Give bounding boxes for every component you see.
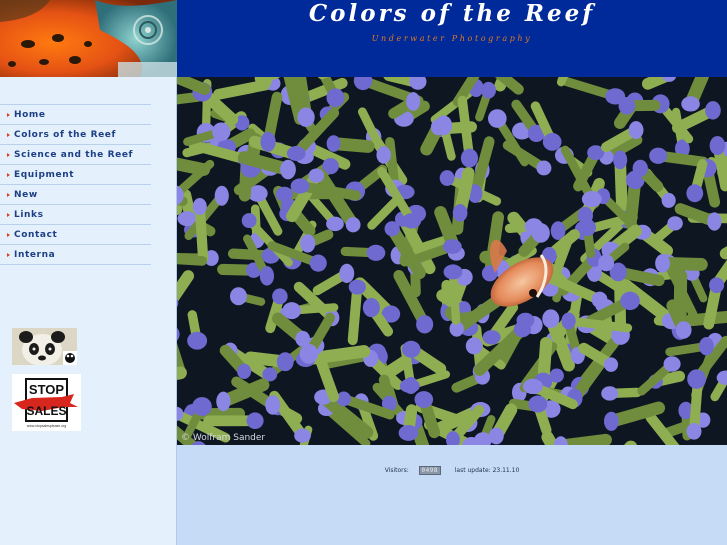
sidebar-item-label: Contact	[14, 229, 58, 240]
wwf-panda-badge[interactable]	[12, 328, 77, 365]
footer: Visitors: 0498 last update: 23.11.10	[177, 445, 727, 545]
arrow-right-icon	[7, 252, 10, 257]
arrow-right-icon	[7, 192, 10, 197]
arrow-right-icon	[7, 212, 10, 217]
visitor-counter: 0498	[418, 466, 441, 475]
sidebar-item-science-and-the-reef[interactable]: Science and the Reef	[0, 145, 151, 165]
sidebar-item-label: Colors of the Reef	[14, 129, 117, 140]
sidebar-item-interna[interactable]: Interna	[0, 245, 151, 265]
header-bar: Colors of the Reef Underwater Photograph…	[177, 0, 727, 77]
sidebar-item-home[interactable]: Home	[0, 105, 151, 125]
sidebar-nav: Home Colors of the Reef Science and the …	[0, 104, 151, 265]
sidebar-item-label: Home	[14, 109, 46, 120]
sidebar-item-links[interactable]: Links	[0, 205, 151, 225]
header-coral-photo	[0, 0, 177, 77]
sidebar-item-label: Science and the Reef	[14, 149, 134, 160]
arrow-right-icon	[7, 152, 10, 157]
sidebar-item-colors-of-the-reef[interactable]: Colors of the Reef	[0, 125, 151, 145]
main-anemone-photo: © Wolfram Sander	[177, 77, 727, 445]
site-subtitle: Underwater Photography	[371, 34, 533, 43]
stop-sales-line2: SALES	[26, 404, 66, 418]
arrow-right-icon	[7, 232, 10, 237]
site-title: Colors of the Reef	[308, 0, 596, 27]
sidebar-item-label: Equipment	[14, 169, 75, 180]
arrow-right-icon	[7, 172, 10, 177]
last-update-label: last update: 23.11.10	[454, 467, 520, 474]
stop-sales-url: www.stopsalesplease.org	[27, 424, 67, 428]
sidebar-item-label: New	[14, 189, 38, 200]
visitors-label: Visitors:	[384, 467, 409, 474]
photo-credit: © Wolfram Sander	[181, 433, 266, 443]
stop-sales-badge[interactable]: STOP SALES www.stopsalesplease.org	[12, 374, 81, 431]
sidebar-item-contact[interactable]: Contact	[0, 225, 151, 245]
sidebar-item-equipment[interactable]: Equipment	[0, 165, 151, 185]
stop-sales-line1: STOP	[29, 382, 64, 397]
arrow-right-icon	[7, 112, 10, 117]
sidebar-item-label: Links	[14, 209, 44, 220]
arrow-right-icon	[7, 132, 10, 137]
sidebar-item-label: Interna	[14, 249, 56, 260]
sidebar-item-new[interactable]: New	[0, 185, 151, 205]
sidebar: Home Colors of the Reef Science and the …	[0, 77, 177, 545]
footer-info: Visitors: 0498 last update: 23.11.10	[177, 466, 727, 475]
